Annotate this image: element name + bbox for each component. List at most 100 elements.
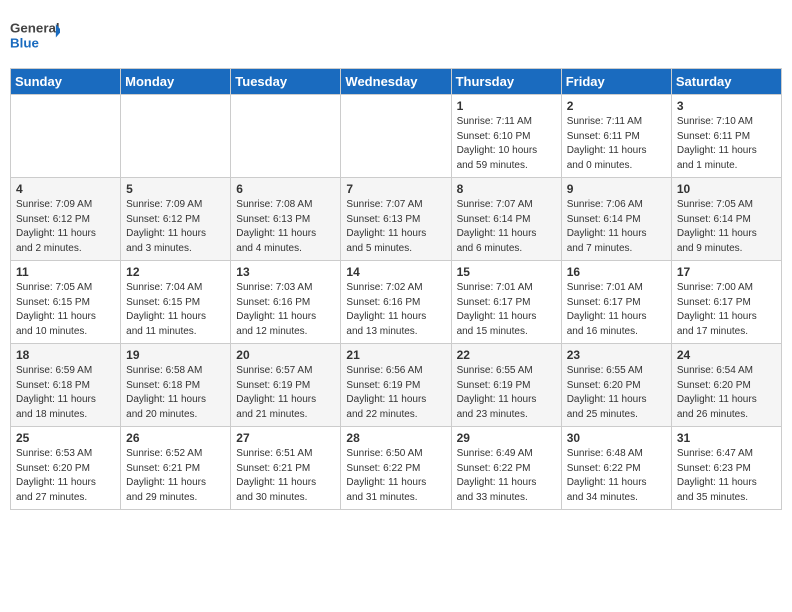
day-info: Sunrise: 7:11 AM Sunset: 6:11 PM Dayligh… xyxy=(567,115,666,173)
calendar-cell: 15 Sunrise: 7:01 AM Sunset: 6:17 PM Dayli… xyxy=(451,261,561,344)
calendar-cell: 26 Sunrise: 6:52 AM Sunset: 6:21 PM Dayli… xyxy=(121,427,231,510)
day-info: Sunrise: 7:11 AM Sunset: 6:10 PM Dayligh… xyxy=(457,115,556,173)
col-header-wednesday: Wednesday xyxy=(341,69,451,95)
calendar-cell xyxy=(121,95,231,178)
calendar-cell: 5 Sunrise: 7:09 AM Sunset: 6:12 PM Daylig… xyxy=(121,178,231,261)
calendar-cell: 24Sunrise: 6:54 AM Sunset: 6:20 PM Dayli… xyxy=(671,344,781,427)
calendar-cell: 1Sunrise: 7:11 AM Sunset: 6:10 PM Daylig… xyxy=(451,95,561,178)
day-info: Sunrise: 7:10 AM Sunset: 6:11 PM Dayligh… xyxy=(677,115,776,173)
day-number: 18 xyxy=(16,348,115,362)
col-header-friday: Friday xyxy=(561,69,671,95)
day-number: 29 xyxy=(457,431,556,445)
day-number: 4 xyxy=(16,182,115,196)
calendar-cell: 27Sunrise: 6:51 AM Sunset: 6:21 PM Dayli… xyxy=(231,427,341,510)
day-info: Sunrise: 6:55 AM Sunset: 6:20 PM Dayligh… xyxy=(567,364,666,422)
day-info: Sunrise: 7:03 AM Sunset: 6:16 PM Dayligh… xyxy=(236,281,335,339)
day-number: 9 xyxy=(567,182,666,196)
day-info: Sunrise: 7:07 AM Sunset: 6:13 PM Dayligh… xyxy=(346,198,445,256)
calendar-cell: 7 Sunrise: 7:07 AM Sunset: 6:13 PM Daylig… xyxy=(341,178,451,261)
day-number: 5 xyxy=(126,182,225,196)
calendar-cell: 8 Sunrise: 7:07 AM Sunset: 6:14 PM Daylig… xyxy=(451,178,561,261)
day-number: 17 xyxy=(677,265,776,279)
calendar-cell: 25 Sunrise: 6:53 AM Sunset: 6:20 PM Dayli… xyxy=(11,427,121,510)
day-number: 11 xyxy=(16,265,115,279)
day-info: Sunrise: 6:59 AM Sunset: 6:18 PM Dayligh… xyxy=(16,364,115,422)
col-header-monday: Monday xyxy=(121,69,231,95)
day-info: Sunrise: 6:53 AM Sunset: 6:20 PM Dayligh… xyxy=(16,447,115,505)
day-number: 8 xyxy=(457,182,556,196)
calendar-cell: 22 Sunrise: 6:55 AM Sunset: 6:19 PM Dayli… xyxy=(451,344,561,427)
week-row-2: 4 Sunrise: 7:09 AM Sunset: 6:12 PM Daylig… xyxy=(11,178,782,261)
calendar-cell: 20 Sunrise: 6:57 AM Sunset: 6:19 PM Dayli… xyxy=(231,344,341,427)
col-header-saturday: Saturday xyxy=(671,69,781,95)
calendar-cell: 18 Sunrise: 6:59 AM Sunset: 6:18 PM Dayli… xyxy=(11,344,121,427)
page-header: General Blue xyxy=(10,10,782,60)
day-number: 3 xyxy=(677,99,776,113)
day-number: 13 xyxy=(236,265,335,279)
day-info: Sunrise: 6:58 AM Sunset: 6:18 PM Dayligh… xyxy=(126,364,225,422)
day-number: 10 xyxy=(677,182,776,196)
day-info: Sunrise: 6:55 AM Sunset: 6:19 PM Dayligh… xyxy=(457,364,556,422)
day-number: 22 xyxy=(457,348,556,362)
calendar-cell: 16 Sunrise: 7:01 AM Sunset: 6:17 PM Dayli… xyxy=(561,261,671,344)
day-info: Sunrise: 7:09 AM Sunset: 6:12 PM Dayligh… xyxy=(126,198,225,256)
day-info: Sunrise: 7:05 AM Sunset: 6:15 PM Dayligh… xyxy=(16,281,115,339)
day-info: Sunrise: 6:57 AM Sunset: 6:19 PM Dayligh… xyxy=(236,364,335,422)
day-number: 25 xyxy=(16,431,115,445)
day-info: Sunrise: 6:48 AM Sunset: 6:22 PM Dayligh… xyxy=(567,447,666,505)
day-info: Sunrise: 7:01 AM Sunset: 6:17 PM Dayligh… xyxy=(567,281,666,339)
day-info: Sunrise: 7:05 AM Sunset: 6:14 PM Dayligh… xyxy=(677,198,776,256)
col-header-sunday: Sunday xyxy=(11,69,121,95)
day-info: Sunrise: 7:06 AM Sunset: 6:14 PM Dayligh… xyxy=(567,198,666,256)
day-number: 2 xyxy=(567,99,666,113)
calendar-cell: 3 Sunrise: 7:10 AM Sunset: 6:11 PM Daylig… xyxy=(671,95,781,178)
day-number: 20 xyxy=(236,348,335,362)
day-number: 26 xyxy=(126,431,225,445)
day-info: Sunrise: 6:56 AM Sunset: 6:19 PM Dayligh… xyxy=(346,364,445,422)
day-info: Sunrise: 7:07 AM Sunset: 6:14 PM Dayligh… xyxy=(457,198,556,256)
day-info: Sunrise: 6:51 AM Sunset: 6:21 PM Dayligh… xyxy=(236,447,335,505)
calendar-cell: 21Sunrise: 6:56 AM Sunset: 6:19 PM Dayli… xyxy=(341,344,451,427)
day-info: Sunrise: 7:02 AM Sunset: 6:16 PM Dayligh… xyxy=(346,281,445,339)
day-number: 15 xyxy=(457,265,556,279)
day-info: Sunrise: 6:52 AM Sunset: 6:21 PM Dayligh… xyxy=(126,447,225,505)
day-info: Sunrise: 7:00 AM Sunset: 6:17 PM Dayligh… xyxy=(677,281,776,339)
calendar-cell: 30 Sunrise: 6:48 AM Sunset: 6:22 PM Dayli… xyxy=(561,427,671,510)
calendar-cell: 4Sunrise: 7:09 AM Sunset: 6:12 PM Daylig… xyxy=(11,178,121,261)
logo-svg: General Blue xyxy=(10,10,60,60)
day-info: Sunrise: 6:54 AM Sunset: 6:20 PM Dayligh… xyxy=(677,364,776,422)
calendar-cell: 13 Sunrise: 7:03 AM Sunset: 6:16 PM Dayli… xyxy=(231,261,341,344)
week-row-1: 1Sunrise: 7:11 AM Sunset: 6:10 PM Daylig… xyxy=(11,95,782,178)
calendar-cell: 19 Sunrise: 6:58 AM Sunset: 6:18 PM Dayli… xyxy=(121,344,231,427)
day-number: 12 xyxy=(126,265,225,279)
day-number: 19 xyxy=(126,348,225,362)
col-header-tuesday: Tuesday xyxy=(231,69,341,95)
calendar-cell: 11 Sunrise: 7:05 AM Sunset: 6:15 PM Dayli… xyxy=(11,261,121,344)
calendar-cell xyxy=(231,95,341,178)
calendar-cell: 23 Sunrise: 6:55 AM Sunset: 6:20 PM Dayli… xyxy=(561,344,671,427)
day-number: 16 xyxy=(567,265,666,279)
day-info: Sunrise: 7:08 AM Sunset: 6:13 PM Dayligh… xyxy=(236,198,335,256)
day-info: Sunrise: 7:01 AM Sunset: 6:17 PM Dayligh… xyxy=(457,281,556,339)
week-row-3: 11 Sunrise: 7:05 AM Sunset: 6:15 PM Dayli… xyxy=(11,261,782,344)
logo: General Blue xyxy=(10,10,60,60)
calendar-cell xyxy=(341,95,451,178)
svg-text:General: General xyxy=(10,21,60,36)
day-number: 23 xyxy=(567,348,666,362)
day-number: 30 xyxy=(567,431,666,445)
calendar-cell: 6Sunrise: 7:08 AM Sunset: 6:13 PM Daylig… xyxy=(231,178,341,261)
svg-text:Blue: Blue xyxy=(10,36,39,51)
day-number: 28 xyxy=(346,431,445,445)
col-header-thursday: Thursday xyxy=(451,69,561,95)
calendar-cell: 28 Sunrise: 6:50 AM Sunset: 6:22 PM Dayli… xyxy=(341,427,451,510)
day-info: Sunrise: 6:49 AM Sunset: 6:22 PM Dayligh… xyxy=(457,447,556,505)
calendar-cell: 2 Sunrise: 7:11 AM Sunset: 6:11 PM Daylig… xyxy=(561,95,671,178)
day-info: Sunrise: 6:50 AM Sunset: 6:22 PM Dayligh… xyxy=(346,447,445,505)
calendar-cell: 10 Sunrise: 7:05 AM Sunset: 6:14 PM Dayli… xyxy=(671,178,781,261)
calendar-cell: 29 Sunrise: 6:49 AM Sunset: 6:22 PM Dayli… xyxy=(451,427,561,510)
calendar-cell: 31Sunrise: 6:47 AM Sunset: 6:23 PM Dayli… xyxy=(671,427,781,510)
header-row: SundayMondayTuesdayWednesdayThursdayFrid… xyxy=(11,69,782,95)
day-number: 7 xyxy=(346,182,445,196)
day-number: 14 xyxy=(346,265,445,279)
calendar-table: SundayMondayTuesdayWednesdayThursdayFrid… xyxy=(10,68,782,510)
